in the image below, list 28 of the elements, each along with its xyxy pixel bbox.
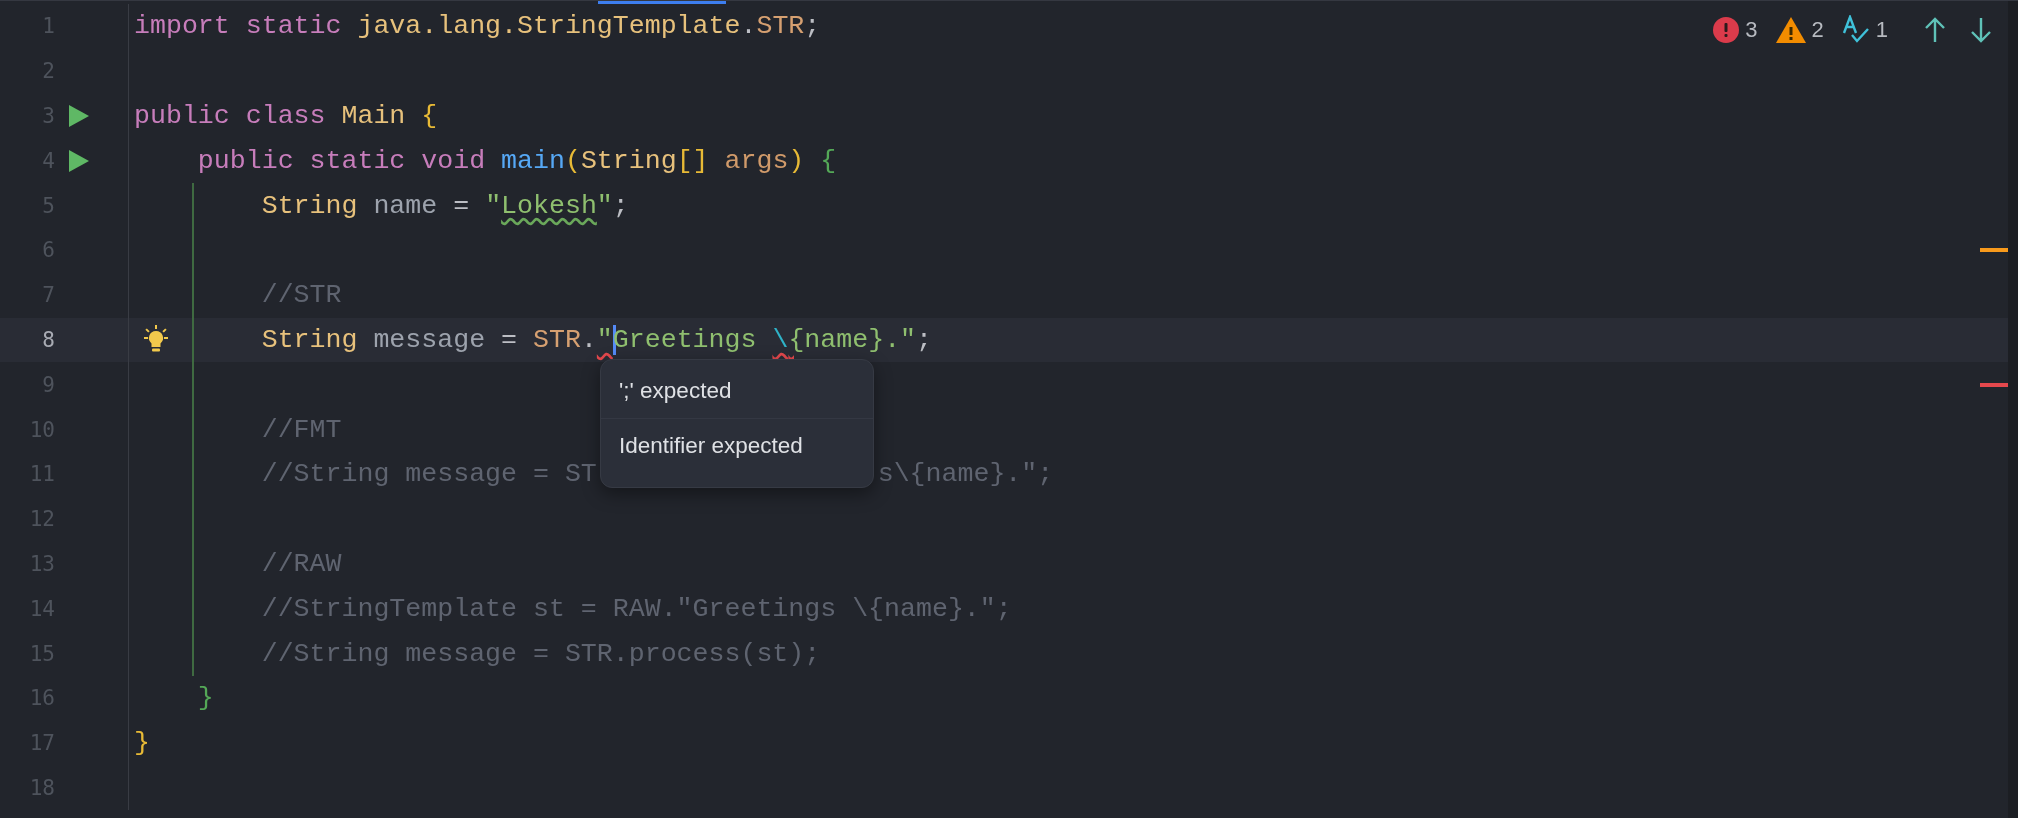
code-line: String name = "Lokesh"; bbox=[260, 190, 629, 221]
error-icon[interactable] bbox=[1713, 17, 1740, 43]
code-line: } bbox=[196, 683, 214, 714]
line-number: 8 bbox=[41, 327, 55, 352]
code-line: //FMT bbox=[260, 414, 342, 445]
error-stripe-mark[interactable] bbox=[1980, 248, 2008, 253]
typo-count: 1 bbox=[1875, 17, 1888, 43]
code-line: //RAW bbox=[260, 548, 342, 579]
code-line: //String message = STR.process(st); bbox=[260, 638, 821, 669]
error-stripe-mark[interactable] bbox=[1980, 382, 2008, 387]
code-line: import static java.lang.StringTemplate.STR; bbox=[134, 11, 821, 42]
spellcheck-icon[interactable] bbox=[1841, 15, 1870, 45]
code-line: } bbox=[134, 728, 150, 759]
warning-count: 2 bbox=[1811, 17, 1824, 43]
run-icon[interactable] bbox=[67, 104, 90, 128]
arrow-down-icon[interactable] bbox=[1970, 17, 1992, 43]
scrollbar[interactable] bbox=[2008, 1, 2018, 818]
lightbulb-icon[interactable] bbox=[142, 324, 170, 355]
code-line: //StringTemplate st = RAW."Greetings \{name}."; bbox=[260, 593, 1012, 624]
error-message: ';' expected bbox=[618, 377, 733, 405]
run-icon[interactable] bbox=[67, 148, 90, 173]
error-message: Identifier expected bbox=[601, 418, 873, 473]
code-line: public static void main(String[] args) { bbox=[196, 145, 837, 176]
warning-icon[interactable] bbox=[1775, 17, 1806, 43]
code-line: public class Main { bbox=[134, 101, 438, 131]
error-count: 3 bbox=[1745, 17, 1758, 43]
arrow-up-icon[interactable] bbox=[1924, 17, 1946, 43]
code-line: //STR bbox=[260, 280, 342, 311]
